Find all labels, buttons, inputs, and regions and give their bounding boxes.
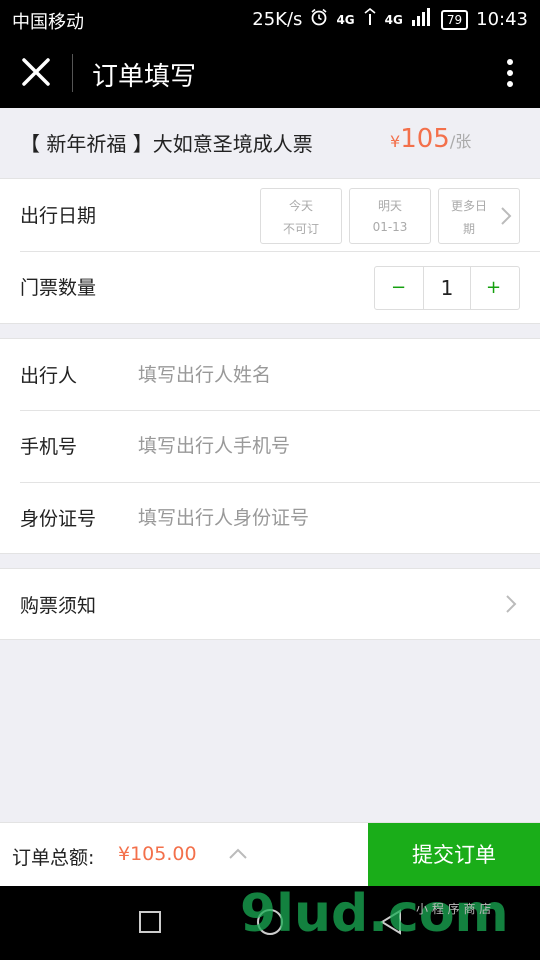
date-option-date: 01-13: [372, 220, 408, 234]
ticket-notice-label: 购票须知: [20, 595, 97, 617]
phone-input[interactable]: [138, 430, 518, 462]
chevron-right-icon: [504, 593, 518, 615]
traveler-info-card: 出行人 手机号 身份证号: [0, 338, 540, 554]
chevron-up-icon[interactable]: [228, 845, 248, 859]
date-option-day: 明天: [377, 199, 402, 213]
navigation-bar: 订单填写: [0, 38, 540, 108]
date-option-day: 今天: [288, 199, 313, 213]
traveler-name-label: 出行人: [20, 365, 78, 387]
network-type: 4G: [336, 12, 355, 27]
quantity-stepper: − 1 +: [374, 266, 520, 310]
more-vertical-icon[interactable]: [504, 58, 516, 88]
network-type-secondary: 4G: [384, 12, 403, 27]
id-number-label: 身份证号: [20, 508, 97, 530]
page-title: 订单填写: [92, 62, 197, 92]
nav-divider: [72, 54, 73, 92]
date-option-more[interactable]: 更多日 期: [438, 188, 520, 244]
status-icons: 25K/s 4G 4G 79 10:43: [252, 7, 528, 31]
date-option-tomorrow[interactable]: 明天 01-13: [349, 188, 431, 244]
alarm-icon: [310, 8, 328, 31]
product-price: ¥105/张: [390, 124, 471, 154]
recent-apps-icon[interactable]: [138, 910, 162, 938]
watermark-tagline: 小 程 序 商 店: [416, 902, 492, 916]
price-unit: /张: [449, 132, 472, 151]
date-option-status: 不可订: [282, 222, 319, 236]
product-name: 【 新年祈福 】大如意圣境成人票: [20, 132, 313, 156]
status-bar: 中国移动 25K/s 4G 4G 79 10:43: [0, 0, 540, 38]
price-currency: ¥: [390, 132, 401, 151]
phone-label: 手机号: [20, 436, 78, 458]
date-option-today[interactable]: 今天 不可订: [260, 188, 342, 244]
close-icon[interactable]: [18, 54, 54, 90]
total-value: ¥105.00: [118, 843, 197, 865]
signal-icon: [411, 8, 433, 31]
ticket-notice-row[interactable]: 购票须知: [0, 568, 540, 640]
chevron-right-icon: [499, 205, 513, 227]
decrease-button[interactable]: −: [375, 267, 422, 309]
traveler-name-input[interactable]: [138, 359, 518, 391]
quantity-row: 门票数量 − 1 +: [0, 251, 540, 323]
battery-icon: 79: [440, 9, 469, 30]
date-row: 出行日期 今天 不可订 明天 01-13 更多日 期: [0, 179, 540, 251]
id-number-row: 身份证号: [0, 482, 540, 554]
order-bottom-bar: 订单总额: ¥105.00 提交订单: [0, 822, 540, 887]
quantity-value[interactable]: 1: [423, 267, 471, 309]
total-label: 订单总额:: [12, 847, 95, 869]
network-speed: 25K/s: [252, 9, 303, 30]
ticket-options-card: 出行日期 今天 不可订 明天 01-13 更多日 期 门票数量 − 1 +: [0, 178, 540, 324]
quantity-label: 门票数量: [20, 277, 97, 299]
more-dates-line2: 期: [462, 222, 475, 236]
carrier-name: 中国移动: [12, 12, 84, 33]
more-dates-line1: 更多日: [450, 199, 487, 213]
phone-row: 手机号: [0, 410, 540, 482]
traveler-name-row: 出行人: [0, 339, 540, 411]
clock-time: 10:43: [476, 9, 528, 30]
date-label: 出行日期: [20, 205, 97, 227]
product-summary: 【 新年祈福 】大如意圣境成人票 ¥105/张: [0, 108, 540, 178]
increase-button[interactable]: +: [470, 267, 517, 309]
id-number-input[interactable]: [138, 502, 518, 534]
price-value: 105: [400, 124, 450, 154]
wifi-icon: [363, 7, 377, 31]
submit-order-button[interactable]: 提交订单: [368, 823, 540, 887]
